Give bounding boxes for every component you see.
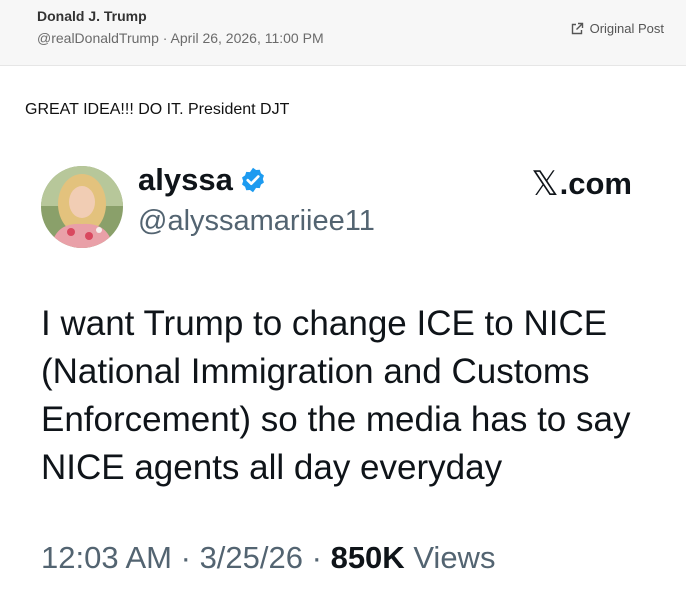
tweet-footer: 12:03 AM · 3/25/26 · 850K Views xyxy=(41,540,495,576)
post-text: GREAT IDEA!!! DO IT. President DJT xyxy=(25,101,290,118)
meta-separator: · xyxy=(162,30,168,46)
footer-separator: · xyxy=(180,540,191,575)
post-header: Donald J. Trump @realDonaldTrump · April… xyxy=(0,0,686,66)
tweet-date: 3/25/26 xyxy=(199,540,303,575)
avatar xyxy=(41,166,123,248)
views-label: Views xyxy=(413,540,496,575)
post-timestamp[interactable]: April 26, 2026, 11:00 PM xyxy=(171,30,324,46)
x-brand-suffix: .com xyxy=(559,166,632,201)
tweet-author-name: alyssa xyxy=(138,162,267,198)
avatar-photo xyxy=(41,166,123,248)
embedded-tweet-image: alyssa @alyssamariiee11 𝕏 .com I want Tr… xyxy=(0,150,686,603)
footer-separator: · xyxy=(311,540,322,575)
tweet-time: 12:03 AM xyxy=(41,540,172,575)
views-count: 850K xyxy=(330,540,405,575)
original-post-link[interactable]: Original Post xyxy=(570,21,664,36)
tweet-body: I want Trump to change ICE to NICE (Nati… xyxy=(41,304,631,487)
author-name[interactable]: Donald J. Trump xyxy=(37,8,147,24)
tweet-handle: @alyssamariiee11 xyxy=(138,205,375,237)
verified-badge-icon xyxy=(241,167,264,193)
x-logo-icon: 𝕏 xyxy=(531,165,559,203)
original-post-label[interactable]: Original Post xyxy=(590,21,664,36)
external-link-icon xyxy=(571,22,583,34)
tweet-name: alyssa xyxy=(138,162,233,197)
x-brand: 𝕏 .com xyxy=(531,164,632,204)
author-meta: @realDonaldTrump · April 26, 2026, 11:00… xyxy=(37,30,324,46)
author-handle[interactable]: @realDonaldTrump xyxy=(37,30,159,46)
